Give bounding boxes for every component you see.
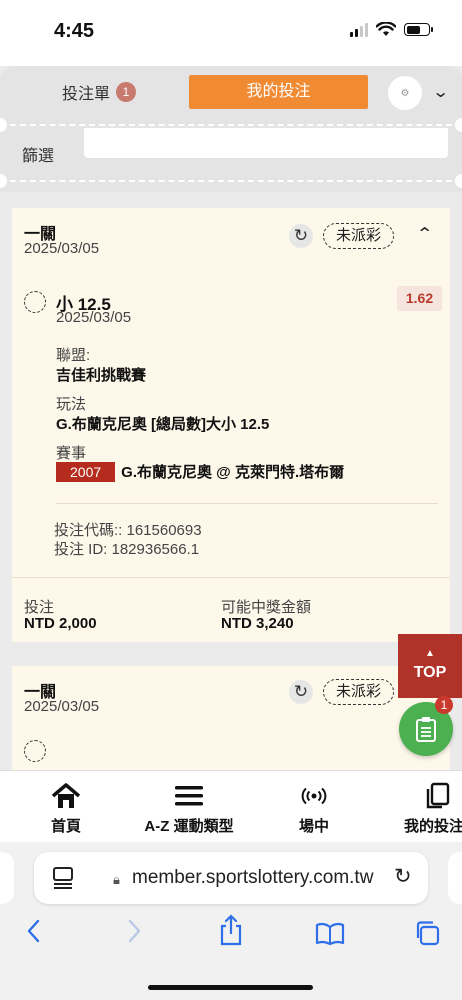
menu-icon [175, 786, 203, 806]
market-label: 玩法 [56, 396, 87, 413]
event-code-badge: 2007 [56, 462, 116, 482]
filter-select[interactable] [84, 128, 448, 158]
bet-date: 2025/03/05 [24, 698, 100, 715]
bet-date: 2025/03/05 [24, 240, 100, 257]
clipboard-icon [416, 717, 436, 742]
nav-label: 場中 [298, 818, 329, 835]
home-indicator [148, 985, 313, 990]
nav-label: 我的投注 [404, 818, 462, 835]
nav-label: A-Z 運動類型 [144, 818, 234, 835]
refresh-icon[interactable]: ↻ [289, 224, 313, 248]
settings-button[interactable]: ⚙ [388, 76, 422, 110]
book-icon [315, 922, 345, 946]
filter-bar: 篩選 [0, 118, 462, 192]
status-icons [350, 22, 433, 37]
nav-item-home[interactable]: 首頁 [34, 781, 98, 836]
bet-slip-label: 投注單 [62, 86, 111, 103]
divider [0, 180, 462, 182]
stake-value: NTD 2,000 [24, 615, 97, 632]
selection-circle-icon [24, 291, 46, 313]
reader-mode-icon[interactable] [52, 866, 74, 890]
stake-area: 投注 NTD 2,000 可能中獎金額 NTD 3,240 [12, 577, 450, 642]
back-button[interactable] [25, 918, 43, 949]
share-button[interactable] [218, 914, 244, 951]
selection-circle-icon [24, 740, 46, 762]
forward-button[interactable] [125, 918, 143, 949]
bet-slip-count-badge: 1 [116, 82, 137, 102]
divider [56, 503, 438, 504]
tab-my-bets[interactable]: 我的投注 [189, 75, 368, 109]
filter-label: 篩選 [22, 148, 55, 165]
selection-date: 2025/03/05 [56, 309, 132, 326]
bookmarks-button[interactable] [315, 922, 345, 951]
nav-item-live[interactable]: 場中 [282, 781, 346, 836]
bottom-nav: 首頁 A-Z 運動類型 場中 我的投注 [0, 770, 462, 842]
chevron-right-icon [128, 919, 141, 943]
league-value: 吉佳利挑戰賽 [56, 367, 147, 384]
chevron-up-icon[interactable]: ⌃ [416, 224, 433, 244]
nav-label: 首頁 [50, 818, 81, 835]
bet-id: 投注 ID: 182936566.1 [54, 541, 200, 558]
status-badge: 未派彩 [323, 679, 395, 705]
address-bar[interactable]: 🔒︎ member.sportslottery.com.tw ↻ [34, 852, 428, 904]
chevron-left-icon [27, 919, 40, 943]
lock-icon: 🔒︎ [113, 872, 120, 887]
payout-label: 可能中獎金額 [221, 599, 312, 616]
refresh-icon[interactable]: ↻ [289, 680, 313, 704]
signal-icon [350, 22, 368, 37]
copy-icon [426, 782, 450, 809]
tab-bet-slip[interactable]: 投注單 1 [62, 80, 137, 104]
odds-badge: 1.62 [397, 286, 442, 311]
browser-toolbar: 🔒︎ member.sportslottery.com.tw ↻ [0, 842, 462, 1000]
arrow-up-icon: ▲ [425, 648, 435, 659]
fab-count-badge: 1 [435, 696, 453, 714]
bet-card: 一關 2025/03/05 ↻ 未派彩 [12, 666, 450, 770]
collapse-chevron-icon[interactable]: ⌄ [432, 82, 449, 102]
nav-item-my-bets[interactable]: 我的投注 [404, 781, 462, 836]
live-icon [301, 787, 327, 805]
status-badge: 未派彩 [323, 223, 395, 249]
nav-item-sports[interactable]: A-Z 運動類型 [130, 781, 248, 836]
event-value: 2007 G.布蘭克尼奧 @ 克萊門特.塔布爾 [56, 461, 344, 482]
bet-header: 投注單 1 我的投注 ⚙ ⌄ [0, 66, 462, 118]
share-icon [220, 914, 242, 946]
tabs-button[interactable] [414, 920, 440, 951]
league-label: 聯盟: [56, 347, 91, 364]
divider [0, 124, 462, 126]
home-icon [51, 783, 81, 808]
top-label: TOP [413, 664, 447, 681]
status-time: 4:45 [54, 20, 95, 42]
event-label: 賽事 [56, 445, 87, 462]
wifi-icon [376, 22, 396, 36]
battery-icon [404, 23, 433, 36]
event-name: G.布蘭克尼奧 @ 克萊門特.塔布爾 [121, 464, 345, 481]
market-value: G.布蘭克尼奧 [總局數]大小 12.5 [56, 416, 270, 433]
tabs-icon [416, 921, 440, 946]
reload-icon[interactable]: ↻ [394, 864, 412, 889]
payout-value: NTD 3,240 [221, 615, 294, 632]
status-bar: 4:45 [0, 0, 462, 66]
bet-code: 投注代碼:: 161560693 [54, 522, 202, 539]
gear-icon: ⚙ [400, 87, 410, 99]
back-to-top-button[interactable]: ▲ TOP [398, 634, 462, 698]
bet-card: 一關 2025/03/05 ↻ 未派彩 ⌃ 小 12.5 2025/03/05 … [12, 208, 450, 642]
stake-label: 投注 [24, 599, 55, 616]
url-text: member.sportslottery.com.tw [132, 867, 374, 888]
